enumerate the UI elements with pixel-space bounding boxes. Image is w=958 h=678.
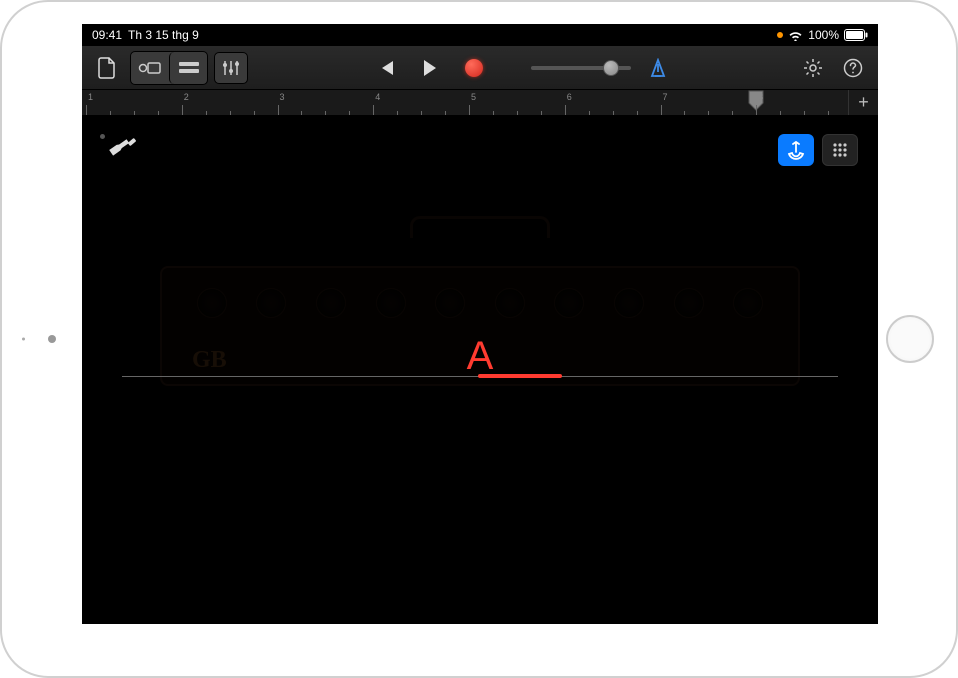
tuner-note-display: A [467,334,494,379]
plus-icon: + [858,92,869,113]
ruler-subtick [780,111,781,115]
ruler-subtick [828,111,829,115]
ruler-tick [469,105,470,115]
status-time: 09:41 [92,28,122,42]
ruler-subtick [397,111,398,115]
ruler-subtick [684,111,685,115]
ruler-tick [182,105,183,115]
recording-indicator-dot [777,32,783,38]
wifi-icon [788,30,803,41]
settings-button[interactable] [796,52,830,84]
ruler-subtick [230,111,231,115]
ruler-tick [86,105,87,115]
ruler-subtick [517,111,518,115]
ruler-subtick [732,111,733,115]
volume-knob[interactable] [603,60,619,76]
ruler-tick [565,105,566,115]
ruler-bar-label: 1 [88,92,93,102]
ruler-subtick [134,111,135,115]
ruler-bar-label: 5 [471,92,476,102]
ruler-subtick [206,111,207,115]
toolbar [82,46,878,90]
status-date: Th 3 15 thg 9 [128,28,199,42]
ruler-subtick [589,111,590,115]
record-icon [465,59,483,77]
battery-percent: 100% [808,28,839,42]
master-volume-slider[interactable] [531,66,631,70]
ruler-bar-label: 2 [184,92,189,102]
track-controls-button[interactable] [214,52,248,84]
ruler-bar-label: 6 [567,92,572,102]
ruler-bar-label: 8 [758,92,763,102]
ruler-bar-label: 4 [375,92,380,102]
ruler-subtick [254,111,255,115]
play-button[interactable] [413,52,447,84]
ambient-sensor [22,338,25,341]
ruler-bar-label: 7 [663,92,668,102]
ruler-subtick [445,111,446,115]
timeline-ruler[interactable]: 1 2 3 4 5 6 7 8 + [82,90,878,116]
tracks-view-button[interactable] [169,52,207,84]
ruler-tick [756,105,757,115]
ruler-subtick [325,111,326,115]
ruler-tick [373,105,374,115]
browser-button[interactable] [131,52,169,84]
ruler-subtick [804,111,805,115]
battery-icon [844,29,868,41]
ipad-frame: 09:41 Th 3 15 thg 9 100% [0,0,958,678]
amp-background: GB [140,236,820,536]
instrument-view: GB A [82,116,878,624]
ruler-subtick [158,111,159,115]
ruler-subtick [708,111,709,115]
help-button[interactable] [836,52,870,84]
ruler-subtick [613,111,614,115]
my-songs-button[interactable] [90,52,124,84]
ruler-subtick [493,111,494,115]
ruler-tick [278,105,279,115]
add-section-button[interactable]: + [848,90,878,115]
home-button[interactable] [886,315,934,363]
amp-view-button[interactable] [822,134,858,166]
ruler-subtick [541,111,542,115]
record-button[interactable] [457,52,491,84]
ruler-subtick [421,111,422,115]
transport-controls [369,52,675,84]
ruler-subtick [637,111,638,115]
tuner-pitch-indicator [478,374,562,378]
ruler-subtick [349,111,350,115]
screen: 09:41 Th 3 15 thg 9 100% [82,24,878,624]
go-to-beginning-button[interactable] [369,52,403,84]
input-jack-button[interactable] [108,138,138,160]
ruler-tick [661,105,662,115]
metronome-button[interactable] [641,52,675,84]
front-camera [48,335,56,343]
input-signal-dot [100,134,105,139]
tuner-view-button[interactable] [778,134,814,166]
ruler-bar-label: 3 [280,92,285,102]
ruler-subtick [110,111,111,115]
amp-logo: GB [192,347,227,374]
status-bar: 09:41 Th 3 15 thg 9 100% [82,24,878,46]
ruler-subtick [301,111,302,115]
